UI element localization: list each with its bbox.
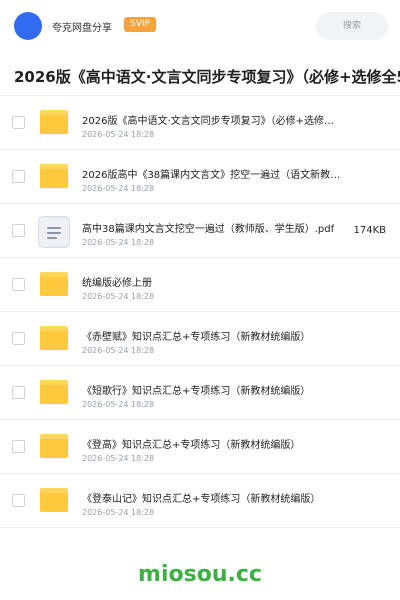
file-name: 《登高》知识点汇总+专项练习（新教材统编版）: [82, 440, 301, 451]
select-checkbox[interactable]: [12, 494, 25, 507]
file-name: 《登泰山记》知识点汇总+专项练习（新教材统编版）: [82, 494, 321, 505]
list-item[interactable]: 《登泰山记》知识点汇总+专项练习（新教材统编版） 2026-05-24 18:2…: [0, 474, 400, 528]
select-checkbox[interactable]: [12, 170, 25, 183]
folder-icon: [40, 164, 68, 188]
file-date: 2026-05-24 18:28: [82, 238, 155, 247]
file-name: 2026版高中《38篇课内文言文》挖空一遍过（语文新教材统编版）: [82, 170, 344, 181]
file-name: 高中38篇课内文言文挖空一遍过（教师版、学生版）.pdf: [82, 224, 335, 235]
svip-badge[interactable]: SVIP: [124, 17, 156, 32]
select-checkbox[interactable]: [12, 332, 25, 345]
file-name: 《短歌行》知识点汇总+专项练习（新教材统编版）: [82, 386, 311, 397]
file-date: 2026-05-24 18:28: [82, 400, 155, 409]
watermark-text: miosou.cc: [138, 562, 262, 587]
folder-icon: [40, 434, 68, 458]
folder-icon: [40, 488, 68, 512]
document-icon: [38, 216, 70, 248]
file-size: 174KB: [353, 225, 386, 236]
folder-icon: [40, 380, 68, 404]
list-item[interactable]: 高中38篇课内文言文挖空一遍过（教师版、学生版）.pdf 2026-05-24 …: [0, 204, 400, 258]
file-name: 统编版必修上册: [82, 278, 152, 289]
top-header: 夸克网盘分享 SVIP: [0, 0, 400, 52]
select-checkbox[interactable]: [12, 116, 25, 129]
list-item[interactable]: 《登高》知识点汇总+专项练习（新教材统编版） 2026-05-24 18:28: [0, 420, 400, 474]
folder-icon: [40, 272, 68, 296]
list-item[interactable]: 2026版高中《38篇课内文言文》挖空一遍过（语文新教材统编版） 2026-05…: [0, 150, 400, 204]
avatar[interactable]: [14, 12, 42, 40]
list-item[interactable]: 2026版《高中语文·文言文同步专项复习》（必修+选修全5册） 2026-05-…: [0, 96, 400, 150]
file-date: 2026-05-24 18:28: [82, 346, 155, 355]
file-date: 2026-05-24 18:28: [82, 508, 155, 517]
file-name: 2026版《高中语文·文言文同步专项复习》（必修+选修全5册）: [82, 116, 344, 127]
search-input[interactable]: [316, 12, 388, 40]
select-checkbox[interactable]: [12, 386, 25, 399]
file-date: 2026-05-24 18:28: [82, 454, 155, 463]
folder-icon: [40, 326, 68, 350]
brand-name: 夸克网盘分享: [52, 23, 112, 34]
folder-icon: [40, 110, 68, 134]
file-date: 2026-05-24 18:28: [82, 184, 155, 193]
select-checkbox[interactable]: [12, 278, 25, 291]
list-item[interactable]: 统编版必修上册 2026-05-24 18:28: [0, 258, 400, 312]
file-date: 2026-05-24 18:28: [82, 130, 155, 139]
file-list: 2026版《高中语文·文言文同步专项复习》（必修+选修全5册） 2026-05-…: [0, 96, 400, 528]
file-name: 《赤壁赋》知识点汇总+专项练习（新教材统编版）: [82, 332, 311, 343]
page-title: 2026版《高中语文·文言文同步专项复习》（必修+选修全5册）: [14, 68, 400, 86]
list-item[interactable]: 《赤壁赋》知识点汇总+专项练习（新教材统编版） 2026-05-24 18:28: [0, 312, 400, 366]
file-date: 2026-05-24 18:28: [82, 292, 155, 301]
title-bar: 2026版《高中语文·文言文同步专项复习》（必修+选修全5册）: [0, 56, 400, 96]
select-checkbox[interactable]: [12, 224, 25, 237]
select-checkbox[interactable]: [12, 440, 25, 453]
list-item[interactable]: 《短歌行》知识点汇总+专项练习（新教材统编版） 2026-05-24 18:28: [0, 366, 400, 420]
